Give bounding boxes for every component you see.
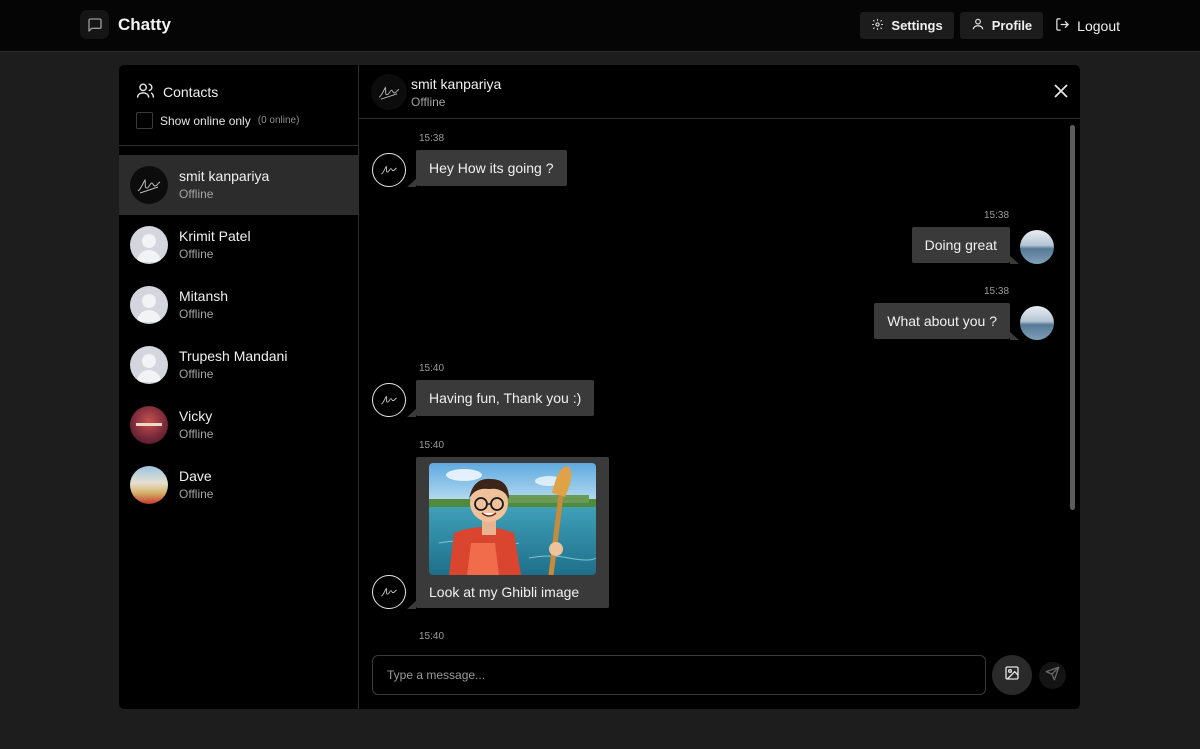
message-time: 15:38 [419, 133, 445, 144]
contact-item-mitansh[interactable]: Mitansh Offline [119, 275, 358, 335]
signature-avatar [371, 74, 407, 110]
contact-name: Vicky [179, 408, 213, 424]
image-icon [1004, 665, 1020, 686]
message-time: 15:40 [419, 363, 445, 374]
dave-avatar [130, 466, 168, 504]
show-online-label[interactable]: Show online only [160, 114, 251, 128]
users-icon [136, 81, 155, 103]
chat-header: smit kanpariya Offline [359, 65, 1080, 119]
online-filter: Show online only (0 online) [136, 112, 358, 129]
vicky-avatar [130, 406, 168, 444]
message-bubble: Hey How its going ? [416, 150, 567, 186]
logout-label: Logout [1077, 17, 1120, 34]
profile-button[interactable]: Profile [959, 12, 1044, 39]
logout-icon [1055, 17, 1070, 35]
contact-item-krimit-patel[interactable]: Krimit Patel Offline [119, 215, 358, 275]
chat-contact-name: smit kanpariya [411, 76, 502, 92]
contact-item-smit-kanpariya[interactable]: smit kanpariya Offline [119, 155, 358, 215]
message-time: 15:38 [984, 210, 1010, 221]
contact-name: smit kanpariya [179, 168, 270, 184]
close-icon[interactable] [1053, 83, 1069, 99]
signature-avatar [372, 383, 406, 417]
contact-item-trupesh-mandani[interactable]: Trupesh Mandani Offline [119, 335, 358, 395]
message-time: 15:40 [419, 440, 445, 451]
signature-avatar [130, 166, 168, 204]
logout-button[interactable]: Logout [1049, 12, 1120, 39]
user-icon [971, 17, 985, 34]
app-name: Chatty [118, 14, 171, 34]
contacts-title: Contacts [163, 84, 219, 100]
contact-name: Mitansh [179, 288, 229, 304]
signature-avatar [372, 575, 406, 609]
send-icon [1045, 666, 1060, 686]
settings-label: Settings [891, 18, 943, 33]
nav-actions: Settings Profile Logout [860, 12, 1120, 39]
message-input[interactable] [373, 656, 985, 694]
user-avatar [1020, 306, 1054, 340]
signature-avatar [372, 153, 406, 187]
chat-panel: Contacts Show online only (0 online) smi… [119, 65, 1080, 709]
contact-status: Offline [179, 487, 214, 501]
chat-contact-status: Offline [411, 95, 446, 109]
default-avatar-icon [130, 286, 168, 324]
bubble-tail [407, 409, 416, 417]
profile-label: Profile [991, 18, 1033, 33]
user-avatar [1020, 230, 1054, 264]
message-time: 15:38 [984, 286, 1010, 297]
image-message-bubble: Look at my Ghibli image [416, 457, 609, 608]
online-count: (0 online) [257, 115, 300, 126]
bubble-tail [407, 179, 416, 187]
messages-scrollbar[interactable] [1070, 125, 1075, 510]
chat-container: smit kanpariya Offline 15:38 Hey How its… [359, 65, 1080, 709]
contact-status: Offline [179, 367, 214, 381]
contacts-sidebar: Contacts Show online only (0 online) smi… [119, 65, 359, 709]
contact-item-dave[interactable]: Dave Offline [119, 455, 358, 515]
ghibli-image[interactable] [429, 463, 596, 575]
gear-icon [871, 18, 884, 34]
message-square-icon [80, 10, 109, 39]
contacts-heading: Contacts [136, 81, 358, 103]
contact-item-vicky[interactable]: Vicky Offline [119, 395, 358, 455]
contact-status: Offline [179, 427, 214, 441]
message-bubble: Having fun, Thank you :) [416, 380, 595, 416]
message-bubble: Doing great [911, 227, 1010, 263]
show-online-checkbox[interactable] [136, 112, 153, 129]
settings-button[interactable]: Settings [860, 12, 954, 39]
message-time: 15:40 [419, 631, 445, 642]
sidebar-header: Contacts Show online only (0 online) [119, 65, 358, 146]
contact-status: Offline [179, 247, 214, 261]
default-avatar-icon [130, 346, 168, 384]
message-bubble: What about you ? [874, 303, 1010, 339]
top-navbar: Chatty Settings Profile Logout [0, 0, 1200, 52]
contact-name: Krimit Patel [179, 228, 251, 244]
bubble-tail [407, 601, 416, 609]
contact-list: smit kanpariya Offline Krimit Patel Offl… [119, 155, 358, 515]
bubble-tail [1010, 256, 1019, 264]
contact-name: Dave [179, 468, 212, 484]
bubble-tail [1010, 332, 1019, 340]
default-avatar-icon [130, 226, 168, 264]
contact-status: Offline [179, 307, 214, 321]
image-caption: Look at my Ghibli image [429, 584, 580, 600]
image-upload-button[interactable] [992, 655, 1032, 695]
contact-name: Trupesh Mandani [179, 348, 288, 364]
contact-status: Offline [179, 187, 214, 201]
brand[interactable]: Chatty [80, 10, 171, 39]
send-button[interactable] [1039, 662, 1066, 689]
message-composer [372, 655, 986, 695]
